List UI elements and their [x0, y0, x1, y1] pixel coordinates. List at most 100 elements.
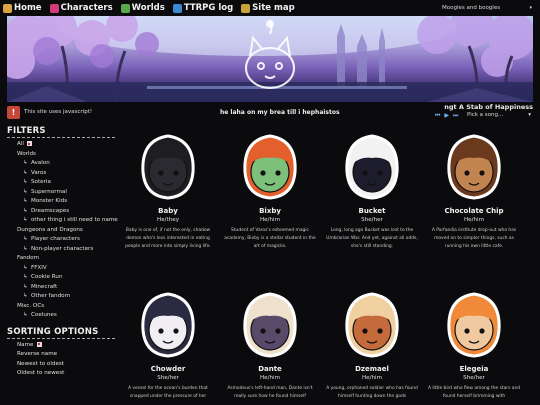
sort-item[interactable]: Newest to oldest	[7, 360, 115, 370]
character-description: A Parfaedia institute drop-out who has m…	[431, 228, 517, 249]
filter-item[interactable]: ↳ Varos	[7, 169, 115, 179]
song-select[interactable]: Pick a song... ▾	[467, 112, 531, 118]
character-card[interactable]: Dante He/him Asmodeus's left-hand man, Dan…	[220, 286, 320, 401]
filter-item-label: Worlds	[17, 150, 36, 157]
filter-item[interactable]: Misc. OCs	[7, 302, 115, 312]
character-card[interactable]: Bixby He/him Student of Varos's esteemed m…	[220, 128, 320, 250]
filter-item-label: Supernormal	[31, 188, 67, 195]
character-name: Chocolate Chip	[444, 207, 504, 215]
character-card[interactable]: Bucket She/her Long, long ago Bucket was l…	[322, 128, 422, 250]
map-icon	[241, 3, 251, 13]
character-card[interactable]: Chocolate Chip He/him A Parfaedia institut…	[424, 128, 524, 250]
filter-item[interactable]: Fandom	[7, 254, 115, 264]
filter-item-label: other thing i still need to name	[31, 217, 118, 223]
filter-item[interactable]: ↳ FFXIV	[7, 264, 115, 274]
sort-item[interactable]: Oldest to newest	[7, 369, 115, 379]
sorting-heading: SORTING OPTIONS	[7, 327, 115, 339]
character-card[interactable]: Baby He/they Baby is one of, if not the on…	[118, 128, 218, 250]
filter-list: All Worlds ↳ Avalon ↳ Varos ↳ Soteria ↳ Supernorm…	[7, 140, 118, 321]
selected-checkbox-icon[interactable]	[36, 341, 42, 347]
sort-item[interactable]: Name	[7, 341, 115, 351]
player-controls: ⏮ ▶ ⏭	[435, 112, 462, 120]
subitem-arrow-icon: ↳	[23, 169, 28, 176]
character-card[interactable]: Elegeia She/her A little bird who flew amo…	[424, 286, 524, 401]
character-description: Baby is one of, if not the only, shadow …	[125, 228, 211, 249]
character-name: Dzemael	[355, 365, 389, 373]
character-description: Asmodeus's left-hand man, Dante isn't re…	[227, 386, 313, 399]
nav-home-label: Home	[14, 3, 42, 13]
filter-item[interactable]: ↳ Dreamscapes	[7, 207, 115, 217]
character-description: A little bird who flew among the stars a…	[427, 386, 521, 399]
character-pronouns: He/him	[463, 217, 485, 223]
character-name: Chowder	[150, 365, 186, 373]
filter-item-label: Soteria	[31, 179, 51, 185]
filter-item-label: Player characters	[31, 236, 80, 242]
character-portrait	[447, 134, 501, 200]
theme-select-value: Moogles and boogles	[442, 5, 501, 11]
nav-worlds-label: Worlds	[131, 3, 165, 13]
selected-checkbox-icon[interactable]	[26, 141, 32, 146]
filter-item[interactable]: Worlds	[7, 150, 115, 160]
theme-select[interactable]: Moogles and boogles ▾	[442, 3, 532, 13]
subitem-arrow-icon: ↳	[23, 198, 28, 204]
top-nav: Home Characters Worlds TTRPG log Site ma…	[0, 0, 540, 16]
nav-sitemap-label: Site map	[252, 3, 295, 13]
play-icon[interactable]: ▶	[444, 112, 449, 120]
filter-item-label: Fandom	[17, 255, 40, 261]
subitem-arrow-icon: ↳	[23, 274, 28, 280]
filter-item-label: Minecraft	[31, 283, 58, 290]
subitem-arrow-icon: ↳	[23, 179, 28, 185]
filter-item-label: Dungeons and Dragons	[17, 226, 83, 233]
character-pronouns: He/him	[361, 375, 383, 381]
filter-item[interactable]: All	[7, 140, 115, 150]
song-select-value: Pick a song...	[467, 112, 504, 118]
character-pronouns: He/they	[156, 217, 180, 223]
subitem-arrow-icon: ↳	[23, 236, 28, 242]
character-portrait	[141, 134, 195, 200]
character-card[interactable]: Chowder She/her A vessel for the ocean's b…	[118, 286, 218, 401]
home-icon	[3, 3, 12, 13]
filter-item[interactable]: ↳ Coelunes	[7, 311, 115, 321]
nav-home[interactable]: Home	[3, 3, 42, 13]
sort-item[interactable]: Reverse name	[7, 350, 115, 360]
song-title: ngt A Stab of Happiness	[444, 103, 533, 111]
chevron-down-icon: ▾	[529, 5, 532, 11]
filter-item-label: Avalon	[31, 160, 50, 166]
character-portrait	[141, 292, 195, 358]
next-icon[interactable]: ⏭	[453, 112, 458, 120]
character-description: A vessel for the ocean's burden that sna…	[128, 386, 208, 399]
filter-item[interactable]: ↳ Avalon	[7, 159, 115, 169]
filter-item[interactable]: ↳ other thing i still need to name	[7, 216, 118, 226]
character-pronouns: She/her	[361, 217, 383, 223]
nav-ttrpg-log[interactable]: TTRPG log	[172, 3, 234, 13]
filter-item[interactable]: ↳ Soteria	[7, 178, 115, 188]
warning-icon: !	[7, 105, 20, 119]
previous-icon[interactable]: ⏮	[435, 112, 440, 120]
dice-icon	[172, 3, 182, 13]
nav-site-map[interactable]: Site map	[241, 3, 295, 13]
nav-ttrpg-label: TTRPG log	[183, 3, 234, 13]
character-portrait	[345, 292, 399, 358]
filter-item-label: Misc. OCs	[17, 302, 45, 309]
filter-item[interactable]: ↳ Minecraft	[7, 283, 115, 293]
character-card[interactable]: Dzemael He/him A young, orphaned soldier w…	[322, 286, 422, 401]
filter-item[interactable]: ↳ Other fandom	[7, 292, 115, 302]
sort-item-label: Name	[17, 341, 34, 348]
subitem-arrow-icon: ↳	[23, 207, 28, 214]
character-name: Elegeia	[459, 365, 489, 373]
nav-worlds[interactable]: Worlds	[120, 3, 165, 13]
js-warning-text: This site uses javascript!	[24, 109, 93, 115]
filter-item[interactable]: ↳ Player characters	[7, 235, 115, 245]
filter-item[interactable]: ↳ Non-player characters	[7, 245, 115, 255]
character-pronouns: She/her	[463, 375, 485, 381]
subitem-arrow-icon: ↳	[23, 188, 28, 195]
filter-item-label: Coelunes	[31, 312, 57, 318]
filter-item[interactable]: Dungeons and Dragons	[7, 226, 115, 236]
filter-item[interactable]: ↳ Supernormal	[7, 188, 115, 198]
info-bar: ! This site uses javascript! he laha on …	[7, 103, 533, 121]
sidebar: FILTERS All Worlds ↳ Avalon ↳ Varos ↳ Soteria ↳ S…	[7, 126, 118, 379]
filter-item[interactable]: ↳ Cookie Run	[7, 273, 115, 283]
filter-item[interactable]: ↳ Monster Kids	[7, 197, 115, 207]
nav-characters[interactable]: Characters	[49, 3, 113, 13]
sort-list: Name Reverse name Newest to oldest Oldest t…	[7, 341, 115, 379]
